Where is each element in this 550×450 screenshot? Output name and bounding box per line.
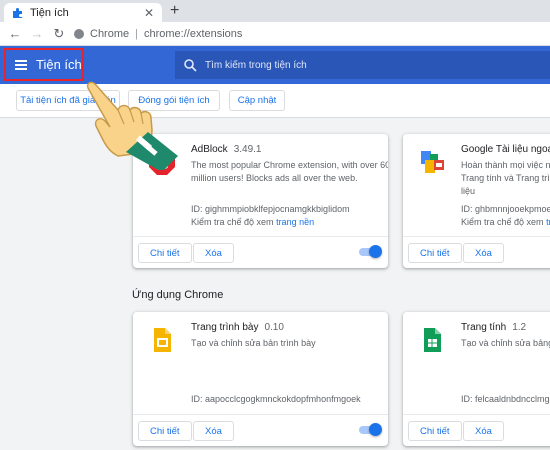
remove-button[interactable]: Xóa	[463, 421, 504, 441]
card-footer: Chi tiết Xóa	[403, 236, 550, 268]
back-icon[interactable]: ←	[8, 26, 22, 41]
extension-id: ID: ghbmnnjooekpmoecnnnilnnbdlolhkhi	[461, 204, 550, 214]
tab-strip: Tiện ích ✕ +	[0, 0, 550, 22]
extension-name: AdBlock 3.49.1	[191, 144, 262, 155]
remove-button[interactable]: Xóa	[463, 243, 504, 263]
app-id: ID: aapocclcgogkmnckokdopfmhonfmgoek	[191, 394, 361, 404]
app-name: Trang tính 1.2	[461, 322, 527, 333]
app-id: ID: felcaaldnbdncclmgdcncolpebgiejap	[461, 394, 550, 404]
hamburger-icon	[15, 59, 27, 70]
inspect-views: Kiểm tra chế độ xem trang nền	[191, 217, 315, 227]
extension-card-docs-offline: Google Tài liệu ngoại tuyến Hoàn thành m…	[403, 134, 550, 268]
main-menu-button[interactable]: Tiện ích	[4, 48, 84, 81]
address-url: chrome://extensions	[143, 27, 243, 40]
slides-icon	[154, 328, 171, 352]
inspect-views: Kiểm tra chế độ xem tr	[461, 217, 550, 227]
forward-icon[interactable]: →	[30, 26, 44, 41]
search-input[interactable]: Tìm kiếm trong tiện ích	[175, 51, 550, 79]
inspect-link[interactable]: trang nền	[276, 217, 314, 227]
card-footer: Chi tiết Xóa	[133, 414, 388, 446]
puzzle-icon	[13, 7, 22, 18]
close-tab-icon[interactable]: ✕	[144, 6, 154, 20]
tab-title: Tiện ích	[30, 6, 69, 19]
card-footer: Chi tiết Xóa	[133, 236, 388, 268]
app-name: Trang trình bày 0.10	[191, 322, 284, 333]
enable-toggle[interactable]	[359, 245, 382, 258]
new-tab-icon[interactable]: +	[170, 2, 179, 20]
extension-name: Google Tài liệu ngoại tuyến	[461, 144, 550, 155]
browser-toolbar: ← → ↻ Chrome | chrome://extensions	[0, 22, 550, 46]
sheets-icon	[424, 328, 441, 352]
details-button[interactable]: Chi tiết	[138, 243, 192, 263]
card-footer: Chi tiết Xóa	[403, 414, 550, 446]
reload-icon[interactable]: ↻	[52, 26, 66, 42]
docs-offline-icon	[421, 151, 444, 173]
extensions-header: Tiện ích Tìm kiếm trong tiện ích	[0, 46, 550, 84]
page-title: Tiện ích	[36, 57, 82, 72]
app-description: Tạo và chỉnh sửa bảng tính	[461, 338, 550, 348]
pointing-hand-icon	[86, 81, 178, 170]
details-button[interactable]: Chi tiết	[408, 421, 462, 441]
tab-extensions[interactable]: Tiện ích ✕	[4, 3, 162, 22]
address-scheme: Chrome	[90, 27, 130, 40]
inspect-link[interactable]: tr	[546, 217, 550, 227]
extension-id: ID: gighmmpiobklfepjocnamgkkbiglidom	[191, 204, 350, 214]
app-description: Tạo và chỉnh sửa bản trình bày	[191, 338, 316, 348]
search-placeholder: Tìm kiếm trong tiện ích	[205, 59, 307, 71]
remove-button[interactable]: Xóa	[193, 421, 234, 441]
app-card-sheets: Trang tính1.2 Tạo và chỉnh sửa bảng tính…	[403, 312, 550, 446]
details-button[interactable]: Chi tiết	[408, 243, 462, 263]
details-button[interactable]: Chi tiết	[138, 421, 192, 441]
app-card-slides: Trang trình bày 0.10 Tạo và chỉnh sửa bản…	[133, 312, 388, 446]
enable-toggle[interactable]	[359, 423, 382, 436]
update-button[interactable]: Cập nhật	[229, 90, 285, 111]
remove-button[interactable]: Xóa	[193, 243, 234, 263]
chrome-icon	[74, 28, 84, 39]
apps-section-title: Ứng dụng Chrome	[132, 289, 224, 301]
extension-description: Hoàn thành mọi việc ngoại tuyến với Goog…	[461, 160, 550, 196]
address-separator: |	[135, 27, 138, 40]
search-icon	[184, 59, 197, 72]
extension-description: The most popular Chrome extension, with …	[191, 160, 388, 183]
address-bar[interactable]: Chrome | chrome://extensions	[74, 25, 550, 43]
